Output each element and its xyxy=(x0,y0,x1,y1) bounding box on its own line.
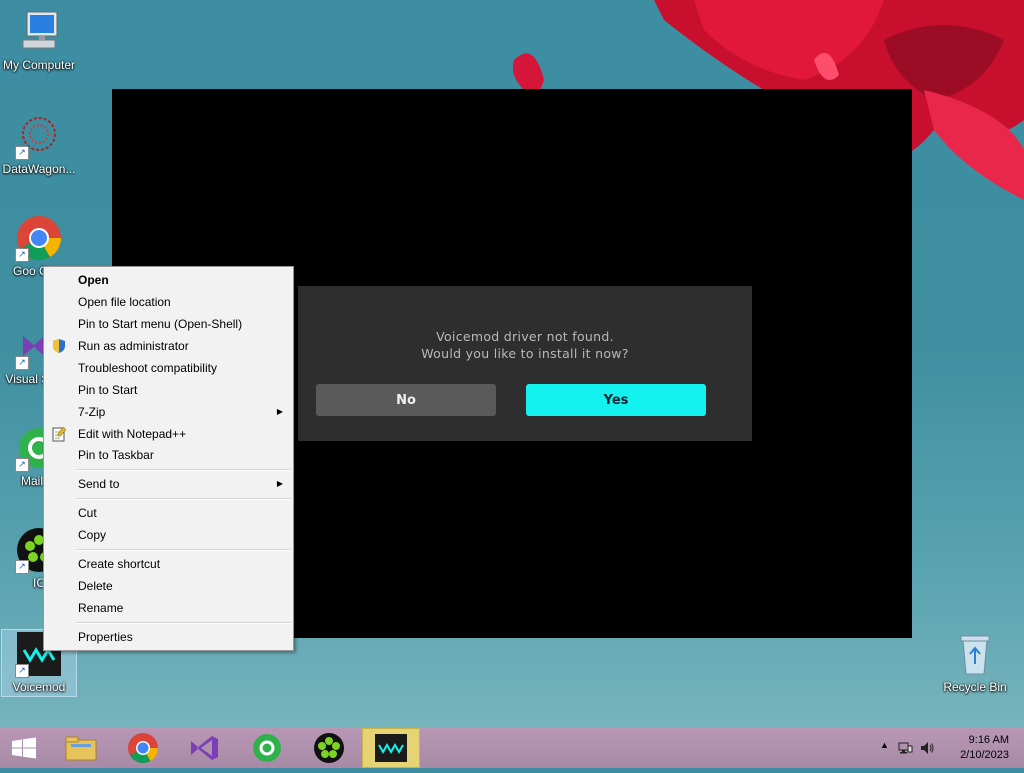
start-icon xyxy=(12,737,36,759)
menu-item-label: Run as administrator xyxy=(78,339,189,353)
menu-item-copy[interactable]: Copy xyxy=(44,524,293,546)
menu-item-label: Open file location xyxy=(78,295,171,309)
menu-item-label: Cut xyxy=(78,506,97,520)
recycle-bin-icon xyxy=(960,635,990,675)
menu-item-label: Create shortcut xyxy=(78,557,161,571)
dialog-message-line-1: Voicemod driver not found. xyxy=(436,329,614,344)
taskbar-icq[interactable] xyxy=(301,728,357,768)
menu-item-label: Send to xyxy=(78,477,120,491)
menu-item-troubleshoot[interactable]: Troubleshoot compatibility xyxy=(44,357,293,379)
taskbar-visual-studio[interactable] xyxy=(177,728,233,768)
menu-item-label: Edit with Notepad++ xyxy=(78,427,187,441)
yes-button[interactable]: Yes xyxy=(526,384,706,416)
submenu-arrow-icon: ▶ xyxy=(276,407,283,416)
menu-separator xyxy=(76,498,291,500)
menu-item-rename[interactable]: Rename xyxy=(44,597,293,619)
menu-item-run-as-admin[interactable]: Run as administrator xyxy=(44,335,293,357)
menu-item-label: Troubleshoot compatibility xyxy=(78,361,217,375)
menu-item-label: Pin to Start xyxy=(78,383,138,397)
taskbar-voicemod[interactable] xyxy=(362,728,420,768)
start-button[interactable] xyxy=(0,728,56,768)
desktop-icon-my-computer[interactable]: My Computer xyxy=(0,8,78,73)
desktop-icon-label: Voicemod xyxy=(12,680,66,694)
menu-item-delete[interactable]: Delete xyxy=(44,575,293,597)
network-icon[interactable] xyxy=(897,740,913,756)
no-button[interactable]: No xyxy=(316,384,496,416)
clock-date: 2/10/2023 xyxy=(960,749,1009,761)
file-explorer-icon xyxy=(65,736,97,761)
menu-separator xyxy=(76,549,291,551)
menu-item-pin-to-start[interactable]: Pin to Start xyxy=(44,379,293,401)
desktop-icon-label: DataWagon... xyxy=(2,162,76,176)
uac-shield-icon xyxy=(53,339,65,353)
show-hidden-icons-chevron-icon[interactable]: ▲ xyxy=(880,740,889,750)
desktop-icon-datawagon[interactable]: ↗ DataWagon... xyxy=(0,112,78,177)
computer-icon xyxy=(22,11,58,49)
clock-time: 9:16 AM xyxy=(968,734,1009,746)
menu-item-create-shortcut[interactable]: Create shortcut xyxy=(44,553,293,575)
taskbar-clock[interactable]: 9:16 AM 2/10/2023 xyxy=(960,733,1009,763)
taskbar-chrome[interactable] xyxy=(115,728,171,768)
shortcut-arrow-icon: ↗ xyxy=(15,248,29,262)
mailru-agent-icon xyxy=(253,734,281,762)
submenu-arrow-icon: ▶ xyxy=(276,479,283,488)
dialog-message-line-2: Would you like to install it now? xyxy=(421,346,629,361)
desktop-icon-label: Recycle Bin xyxy=(943,680,1007,694)
menu-item-label: Open xyxy=(78,273,109,287)
desktop-icon-label: My Computer xyxy=(2,58,76,72)
menu-item-cut[interactable]: Cut xyxy=(44,502,293,524)
system-tray: ▲ 9:16 AM 2/10/2023 xyxy=(864,728,1024,768)
menu-item-properties[interactable]: Properties xyxy=(44,626,293,648)
icq-icon xyxy=(314,733,344,763)
taskbar-file-explorer[interactable] xyxy=(53,728,109,768)
shortcut-arrow-icon: ↗ xyxy=(15,560,29,574)
menu-item-label: Rename xyxy=(78,601,124,615)
taskbar: ▲ 9:16 AM 2/10/2023 xyxy=(0,728,1024,768)
chrome-icon xyxy=(128,733,158,764)
shortcut-arrow-icon: ↗ xyxy=(15,356,29,370)
desktop-icon-recycle-bin[interactable]: Recycle Bin xyxy=(936,630,1014,695)
menu-item-send-to[interactable]: Send to ▶ xyxy=(44,473,293,495)
voicemod-icon xyxy=(375,734,407,762)
menu-item-pin-taskbar[interactable]: Pin to Taskbar xyxy=(44,444,293,466)
menu-item-open-file-location[interactable]: Open file location xyxy=(44,291,293,313)
menu-separator xyxy=(76,469,291,471)
menu-item-edit-notepadpp[interactable]: Edit with Notepad++ xyxy=(44,423,293,445)
driver-not-found-dialog: Voicemod driver not found. Would you lik… xyxy=(298,286,752,441)
shortcut-arrow-icon: ↗ xyxy=(15,458,29,472)
menu-item-label: Properties xyxy=(78,630,133,644)
menu-item-open[interactable]: Open xyxy=(44,269,293,291)
menu-item-label: Pin to Taskbar xyxy=(78,448,154,462)
volume-icon[interactable] xyxy=(919,740,935,756)
desktop: { "desktop": { "icons": [ {"label": "My … xyxy=(0,0,1024,768)
menu-item-7zip[interactable]: 7-Zip ▶ xyxy=(44,401,293,423)
context-menu: Open Open file location Pin to Start men… xyxy=(43,266,294,651)
menu-separator xyxy=(76,622,291,624)
notepadpp-icon xyxy=(52,426,67,442)
menu-item-label: Pin to Start menu (Open-Shell) xyxy=(78,317,243,331)
shortcut-arrow-icon: ↗ xyxy=(15,146,29,160)
visual-studio-icon xyxy=(191,736,218,760)
dialog-message: Voicemod driver not found. Would you lik… xyxy=(298,328,752,362)
menu-item-label: Delete xyxy=(78,579,113,593)
menu-item-label: Copy xyxy=(78,528,107,542)
shortcut-arrow-icon: ↗ xyxy=(15,664,29,678)
menu-item-pin-start-openshell[interactable]: Pin to Start menu (Open-Shell) xyxy=(44,313,293,335)
taskbar-mailru-agent[interactable] xyxy=(239,728,295,768)
menu-item-label: 7-Zip xyxy=(78,405,106,419)
